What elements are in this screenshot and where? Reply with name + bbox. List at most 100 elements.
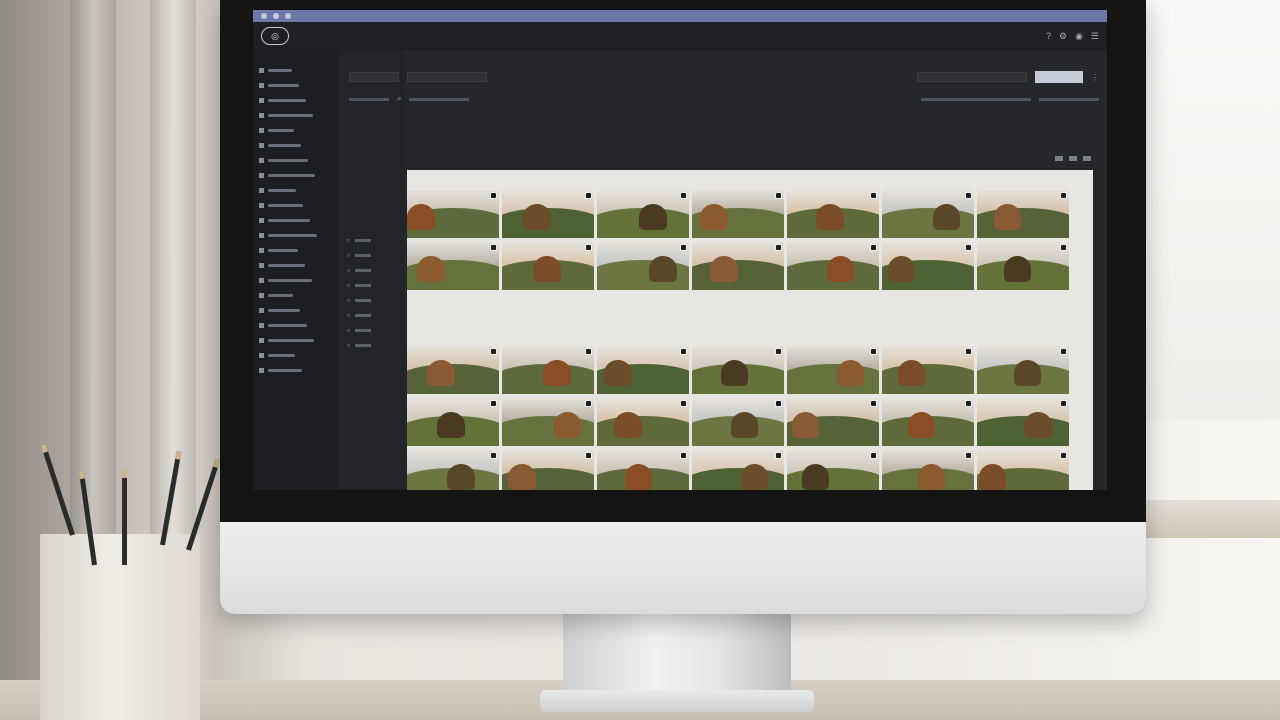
more-icon[interactable]: ⋮	[1091, 73, 1099, 82]
panel-item[interactable]: ▫	[347, 266, 371, 275]
photo-thumbnail[interactable]	[882, 346, 974, 394]
select-checkbox[interactable]	[870, 400, 877, 407]
select-checkbox[interactable]	[585, 452, 592, 459]
sidebar-item[interactable]	[259, 200, 333, 210]
sidebar-item[interactable]	[259, 245, 333, 255]
select-checkbox[interactable]	[585, 192, 592, 199]
photo-thumbnail[interactable]	[977, 242, 1069, 290]
photo-thumbnail[interactable]	[692, 190, 784, 238]
photo-thumbnail[interactable]	[787, 450, 879, 490]
photo-thumbnail[interactable]	[787, 190, 879, 238]
photo-thumbnail[interactable]	[882, 450, 974, 490]
sidebar-item[interactable]	[259, 335, 333, 345]
search-input[interactable]	[407, 72, 487, 82]
photo-thumbnail[interactable]	[977, 398, 1069, 446]
photo-thumbnail[interactable]	[882, 190, 974, 238]
logo[interactable]: ◎	[261, 27, 289, 45]
photo-thumbnail[interactable]	[787, 242, 879, 290]
select-checkbox[interactable]	[1060, 244, 1067, 251]
photo-thumbnail[interactable]	[692, 398, 784, 446]
select-checkbox[interactable]	[870, 452, 877, 459]
sidebar-item[interactable]	[259, 185, 333, 195]
select-checkbox[interactable]	[1060, 348, 1067, 355]
select-checkbox[interactable]	[870, 192, 877, 199]
photo-thumbnail[interactable]	[502, 346, 594, 394]
panel-item[interactable]: ▫	[347, 341, 371, 350]
photo-thumbnail[interactable]	[502, 242, 594, 290]
sidebar-item[interactable]	[259, 215, 333, 225]
panel-item[interactable]: ▫	[347, 236, 371, 245]
photo-thumbnail[interactable]	[692, 242, 784, 290]
select-checkbox[interactable]	[965, 452, 972, 459]
select-checkbox[interactable]	[965, 192, 972, 199]
search-icon[interactable]: ⌕	[397, 94, 401, 104]
photo-thumbnail[interactable]	[977, 346, 1069, 394]
help-icon[interactable]: ?	[1046, 31, 1051, 42]
action-button[interactable]	[1035, 71, 1083, 83]
photo-thumbnail[interactable]	[597, 190, 689, 238]
select-checkbox[interactable]	[965, 400, 972, 407]
select-checkbox[interactable]	[490, 452, 497, 459]
photo-thumbnail[interactable]	[882, 398, 974, 446]
photo-thumbnail[interactable]	[502, 398, 594, 446]
photo-thumbnail[interactable]	[882, 242, 974, 290]
grid-view-icon[interactable]	[1055, 156, 1063, 161]
photo-thumbnail[interactable]	[597, 450, 689, 490]
select-checkbox[interactable]	[680, 348, 687, 355]
photo-thumbnail[interactable]	[597, 346, 689, 394]
select-checkbox[interactable]	[870, 244, 877, 251]
select-checkbox[interactable]	[870, 348, 877, 355]
photo-thumbnail[interactable]	[407, 346, 499, 394]
select-checkbox[interactable]	[965, 244, 972, 251]
select-checkbox[interactable]	[1060, 192, 1067, 199]
photo-thumbnail[interactable]	[692, 346, 784, 394]
sidebar-item[interactable]	[259, 305, 333, 315]
select-checkbox[interactable]	[490, 244, 497, 251]
select-checkbox[interactable]	[775, 400, 782, 407]
select-checkbox[interactable]	[775, 192, 782, 199]
select-checkbox[interactable]	[680, 192, 687, 199]
select-checkbox[interactable]	[1060, 400, 1067, 407]
window-icon[interactable]	[273, 13, 279, 19]
select-checkbox[interactable]	[775, 244, 782, 251]
select-checkbox[interactable]	[965, 348, 972, 355]
photo-thumbnail[interactable]	[787, 398, 879, 446]
select-checkbox[interactable]	[775, 452, 782, 459]
panel-item[interactable]: ▫	[347, 296, 371, 305]
select-checkbox[interactable]	[490, 400, 497, 407]
photo-thumbnail[interactable]	[502, 450, 594, 490]
settings-icon[interactable]: ⚙	[1059, 31, 1067, 42]
select-checkbox[interactable]	[680, 400, 687, 407]
select-checkbox[interactable]	[775, 348, 782, 355]
sort-icon[interactable]	[1083, 156, 1091, 161]
user-icon[interactable]: ◉	[1075, 31, 1083, 42]
photo-thumbnail[interactable]	[597, 398, 689, 446]
sidebar-item[interactable]	[259, 290, 333, 300]
sidebar-item[interactable]	[259, 65, 333, 75]
sidebar-item[interactable]	[259, 365, 333, 375]
sidebar-item[interactable]	[259, 320, 333, 330]
sidebar-item[interactable]	[259, 170, 333, 180]
list-view-icon[interactable]	[1069, 156, 1077, 161]
sidebar-item[interactable]	[259, 230, 333, 240]
photo-thumbnail[interactable]	[502, 190, 594, 238]
photo-thumbnail[interactable]	[407, 242, 499, 290]
panel-item[interactable]: ▫	[347, 311, 371, 320]
photo-thumbnail[interactable]	[787, 346, 879, 394]
select-checkbox[interactable]	[680, 244, 687, 251]
select-checkbox[interactable]	[585, 400, 592, 407]
sidebar-item[interactable]	[259, 155, 333, 165]
panel-item[interactable]: ▫	[347, 326, 371, 335]
photo-thumbnail[interactable]	[977, 190, 1069, 238]
sidebar-item[interactable]	[259, 350, 333, 360]
sidebar-item[interactable]	[259, 260, 333, 270]
sidebar-item[interactable]	[259, 275, 333, 285]
select-checkbox[interactable]	[680, 452, 687, 459]
select-checkbox[interactable]	[585, 348, 592, 355]
window-icon[interactable]	[285, 13, 291, 19]
panel-item[interactable]: ▫	[347, 281, 371, 290]
sidebar-item[interactable]	[259, 110, 333, 120]
photo-thumbnail[interactable]	[692, 450, 784, 490]
photo-thumbnail[interactable]	[407, 190, 499, 238]
window-icon[interactable]	[261, 13, 267, 19]
